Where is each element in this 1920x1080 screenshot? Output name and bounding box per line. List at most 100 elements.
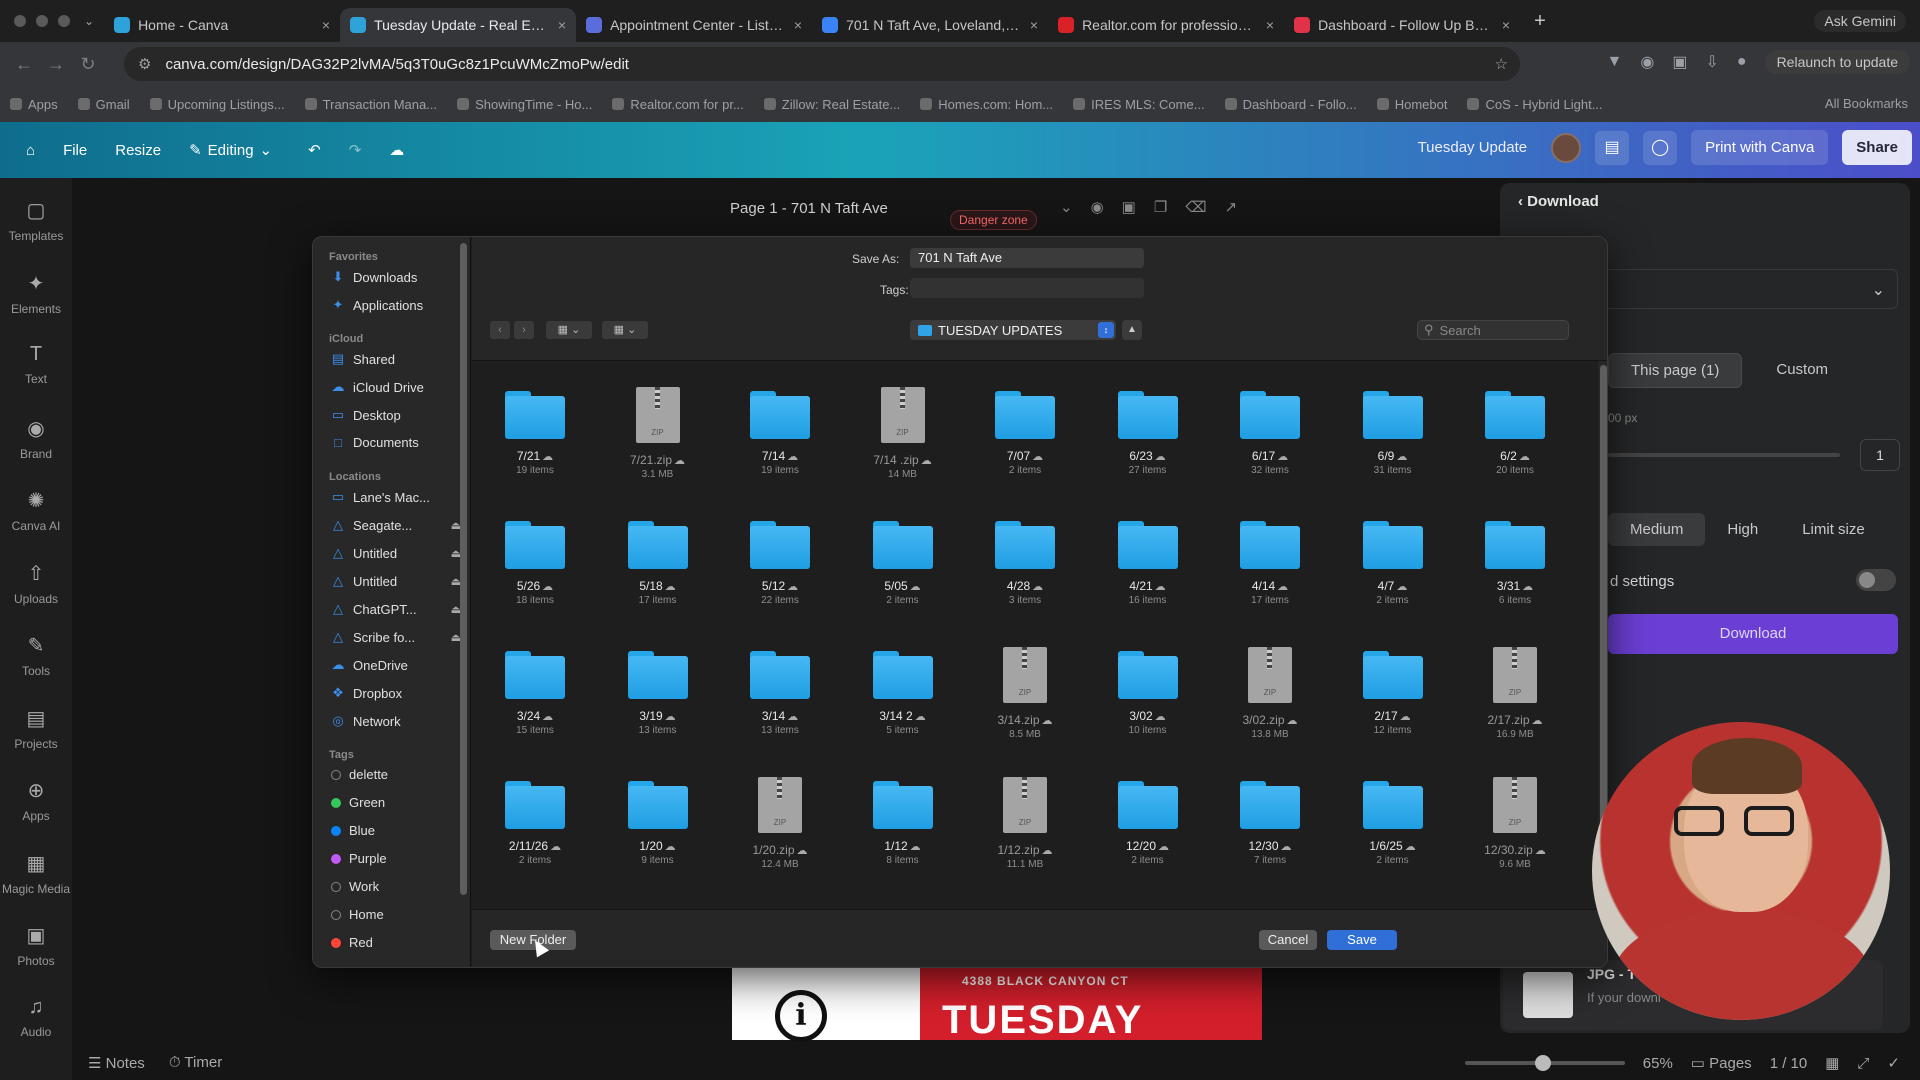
bookmark-star-icon[interactable]: ☆ (1495, 55, 1508, 73)
chevron-down-icon[interactable]: ⌄ (1060, 198, 1073, 216)
sidebar-item-templates[interactable]: ▢ Templates (0, 198, 72, 243)
size-input[interactable]: 1 (1860, 439, 1900, 471)
resize-menu[interactable]: Resize (115, 142, 161, 159)
sidebar-tag[interactable]: Blue (331, 823, 461, 838)
folder-item[interactable]: 1/12 ☁ 8 items (848, 781, 958, 866)
sidebar-item-location-4[interactable]: △ ChatGPT... ⏏ (331, 601, 461, 617)
add-page-icon[interactable]: ↗ (1225, 198, 1238, 216)
ask-gemini-button[interactable]: Ask Gemini (1814, 10, 1906, 32)
back-icon[interactable]: ‹ (490, 321, 510, 339)
save-button[interactable]: Save (1327, 930, 1397, 950)
browser-tab[interactable]: Home - Canva × (104, 8, 340, 42)
zoom-level[interactable]: 65% (1643, 1055, 1673, 1072)
bookmark-item[interactable]: Apps (10, 97, 58, 112)
undo-icon[interactable]: ↶ (308, 141, 321, 159)
folder-item[interactable]: 4/7 ☁ 2 items (1338, 521, 1448, 606)
zoom-slider[interactable] (1464, 1055, 1625, 1071)
sidebar-item-location-1[interactable]: △ Seagate... ⏏ (331, 517, 461, 533)
folder-item[interactable]: 4/21 ☁ 16 items (1093, 521, 1203, 606)
site-info-icon[interactable]: ⚙ (138, 55, 151, 73)
design-name[interactable]: Tuesday Update (1418, 139, 1528, 156)
folder-item[interactable]: 6/23 ☁ 27 items (1093, 391, 1203, 476)
zip-file[interactable]: ZIP 7/21.zip ☁ 3.1 MB (603, 387, 713, 480)
comment-icon[interactable]: ◯ (1643, 130, 1678, 165)
help-icon[interactable]: ✓ (1887, 1054, 1900, 1072)
duplicate-icon[interactable]: ❐ (1154, 198, 1167, 216)
share-button[interactable]: Share (1842, 130, 1912, 165)
bookmark-item[interactable]: Zillow: Real Estate... (763, 97, 900, 112)
sidebar-tag[interactable]: Red (331, 935, 461, 950)
puzzle-icon[interactable]: ▣ (1672, 52, 1687, 72)
folder-item[interactable]: 7/14 ☁ 19 items (725, 391, 835, 476)
group-button[interactable]: ▦ ⌄ (602, 321, 648, 339)
home-icon[interactable]: ⌂ (26, 142, 35, 159)
sidebar-item-location-6[interactable]: ☁ OneDrive (331, 657, 461, 673)
sidebar-tag[interactable]: Work (331, 879, 461, 894)
sidebar-tag[interactable]: delette (331, 767, 461, 782)
browser-tab[interactable]: 701 N Taft Ave, Loveland, CO × (812, 8, 1048, 42)
location-popup[interactable]: TUESDAY UPDATES ↕ (910, 320, 1116, 340)
profile-icon[interactable]: ● (1737, 53, 1747, 71)
bookmark-item[interactable]: Realtor.com for pr... (612, 97, 744, 112)
back-icon[interactable]: ← (8, 54, 40, 75)
sidebar-item-text[interactable]: T Text (0, 343, 72, 386)
sidebar-item-fav-0[interactable]: ⬇ Downloads (331, 269, 461, 285)
bookmark-item[interactable]: Gmail (77, 97, 130, 112)
zip-file[interactable]: ZIP 12/30.zip ☁ 9.6 MB (1460, 777, 1570, 870)
sidebar-item-tools[interactable]: ✎ Tools (0, 633, 72, 678)
custom-option[interactable]: Custom (1754, 353, 1850, 388)
redo-icon[interactable]: ↷ (349, 141, 362, 159)
sidebar-item-fav-1[interactable]: ✦ Applications (331, 297, 461, 313)
bookmark-item[interactable]: Transaction Mana... (304, 97, 437, 112)
sidebar-item-location-7[interactable]: ❖ Dropbox (331, 685, 461, 701)
folder-item[interactable]: 6/9 ☁ 31 items (1338, 391, 1448, 476)
hide-icon[interactable]: ◉ (1091, 198, 1104, 216)
folder-item[interactable]: 4/14 ☁ 17 items (1215, 521, 1325, 606)
extension-icon[interactable]: ▼ (1607, 53, 1623, 71)
close-tab-icon[interactable]: × (1266, 17, 1274, 33)
url-bar[interactable]: ⚙ canva.com/design/DAG32P2lvMA/5q3T0uGc8… (124, 47, 1520, 81)
bookmark-item[interactable]: Homebot (1376, 97, 1447, 112)
browser-tab[interactable]: Appointment Center - Listing × (576, 8, 812, 42)
relaunch-button[interactable]: Relaunch to update (1764, 50, 1910, 74)
fullscreen-icon[interactable]: ⤢ (1857, 1055, 1869, 1072)
avatar[interactable] (1551, 132, 1582, 163)
cloud-save-icon[interactable]: ☁ (389, 141, 404, 159)
download-icon[interactable]: ⇩ (1705, 52, 1718, 72)
sidebar-tag[interactable]: Green (331, 795, 461, 810)
bookmark-item[interactable]: ShowingTime - Ho... (457, 97, 592, 112)
sidebar-item-icloud-0[interactable]: ▤ Shared (331, 351, 461, 367)
folder-item[interactable]: 3/14 ☁ 13 items (725, 651, 835, 736)
reload-icon[interactable]: ↻ (72, 54, 104, 75)
folder-item[interactable]: 1/20 ☁ 9 items (603, 781, 713, 866)
folder-item[interactable]: 12/30 ☁ 7 items (1215, 781, 1325, 866)
zip-file[interactable]: ZIP 3/02.zip ☁ 13.8 MB (1215, 647, 1325, 740)
sidebar-item-uploads[interactable]: ⇧ Uploads (0, 561, 72, 606)
close-tab-icon[interactable]: × (794, 17, 802, 33)
browser-tab[interactable]: Realtor.com for professionals × (1048, 8, 1284, 42)
bookmark-item[interactable]: Upcoming Listings... (149, 97, 285, 112)
tab-search-icon[interactable]: ⌄ (84, 14, 94, 28)
sidebar-item-location-8[interactable]: ◎ Network (331, 713, 461, 729)
close-tab-icon[interactable]: × (558, 17, 566, 33)
folder-item[interactable]: 5/18 ☁ 17 items (603, 521, 713, 606)
quality-option[interactable]: Medium (1608, 513, 1706, 546)
insights-icon[interactable]: ▤ (1595, 130, 1630, 165)
sidebar-item-location-5[interactable]: △ Scribe fo... ⏏ (331, 629, 461, 645)
download-panel-title[interactable]: ‹ Download (1518, 193, 1599, 210)
extension-icon[interactable]: ◉ (1640, 52, 1654, 72)
close-tab-icon[interactable]: × (1502, 17, 1510, 33)
close-tab-icon[interactable]: × (1030, 17, 1038, 33)
this-page-option[interactable]: This page (1) (1608, 353, 1743, 388)
sidebar-item-projects[interactable]: ▤ Projects (0, 706, 72, 751)
folder-item[interactable]: 1/6/25 ☁ 2 items (1338, 781, 1448, 866)
zip-file[interactable]: ZIP 1/12.zip ☁ 11.1 MB (970, 777, 1080, 870)
folder-item[interactable]: 12/20 ☁ 2 items (1093, 781, 1203, 866)
view-mode-button[interactable]: ▦ ⌄ (546, 321, 592, 339)
sidebar-tag[interactable]: Purple (331, 851, 461, 866)
folder-item[interactable]: 7/07 ☁ 2 items (970, 391, 1080, 476)
tags-field[interactable] (910, 278, 1144, 298)
folder-item[interactable]: 3/24 ☁ 15 items (480, 651, 590, 736)
grid-view-icon[interactable]: ▦ (1825, 1054, 1839, 1072)
settings-toggle[interactable] (1856, 569, 1896, 591)
